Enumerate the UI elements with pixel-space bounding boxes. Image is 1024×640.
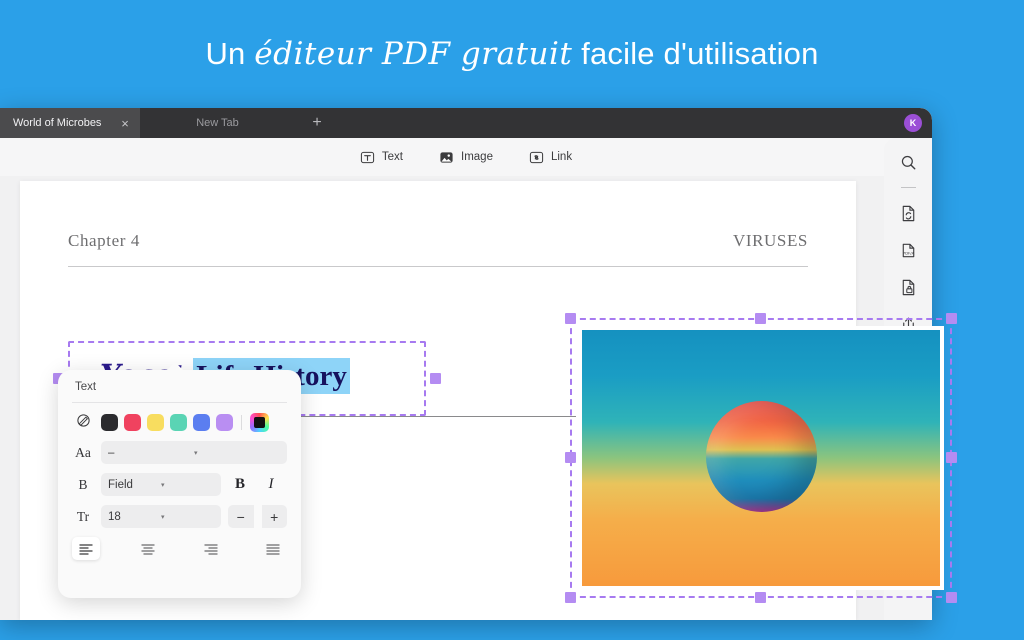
- resize-handle-bottom-center[interactable]: [755, 592, 766, 603]
- popover-title: Text: [75, 381, 97, 393]
- current-color-chip: [254, 417, 265, 428]
- protect-button[interactable]: [895, 274, 921, 300]
- page-title: Un éditeur PDF gratuit facile d'utilisat…: [0, 36, 1024, 72]
- text-box-icon: [360, 151, 375, 163]
- convert-file-icon: [902, 205, 914, 221]
- hero-title-script: éditeur PDF gratuit: [254, 36, 573, 72]
- chevron-down-icon: ▾: [194, 449, 198, 457]
- link-icon: [529, 151, 544, 163]
- resize-handle-bottom-right[interactable]: [946, 592, 957, 603]
- header-divider: [68, 266, 808, 267]
- align-justify-icon: [266, 543, 280, 555]
- italic-button[interactable]: I: [259, 473, 283, 496]
- align-left-icon: [79, 543, 93, 555]
- tab-new-tab[interactable]: New Tab: [140, 108, 295, 138]
- font-style-select[interactable]: Field ▾: [101, 473, 221, 496]
- pdfa-icon: PDF/A: [902, 243, 914, 257]
- align-center-button[interactable]: [134, 537, 162, 560]
- close-icon[interactable]: ×: [116, 117, 134, 130]
- bold-button[interactable]: B: [228, 473, 252, 496]
- search-button[interactable]: [895, 149, 921, 175]
- font-size-aa-icon: Aa: [75, 444, 91, 460]
- color-swatches: [101, 413, 269, 432]
- avatar[interactable]: K: [904, 114, 922, 132]
- font-style-value: Field: [108, 478, 133, 491]
- align-justify-button[interactable]: [259, 537, 287, 560]
- color-row: [72, 413, 287, 432]
- chapter-label: Chapter 4: [68, 231, 140, 250]
- search-icon: [901, 155, 915, 169]
- text-size-tr-icon: Tr: [76, 508, 90, 524]
- tool-label: Link: [550, 151, 573, 163]
- tab-label: New Tab: [196, 117, 239, 129]
- pdfa-button[interactable]: PDF/A: [895, 237, 921, 263]
- svg-text:PDF/A: PDF/A: [902, 250, 914, 255]
- color-swatch-mint[interactable]: [170, 414, 187, 431]
- resize-handle-top-right[interactable]: [946, 313, 957, 324]
- align-right-icon: [204, 543, 218, 555]
- resize-handle-middle-right[interactable]: [946, 452, 957, 463]
- hero-title-part1: Un: [205, 36, 255, 71]
- sphere-graphic: [706, 401, 817, 512]
- divider: [72, 402, 287, 403]
- link-tool-button[interactable]: Link: [529, 150, 572, 165]
- resize-handle-middle-left[interactable]: [565, 452, 576, 463]
- font-size-select[interactable]: 18 ▾: [101, 505, 221, 528]
- secure-file-icon: [902, 279, 914, 295]
- color-swatch-yellow[interactable]: [147, 414, 164, 431]
- tool-label: Text: [381, 151, 403, 163]
- font-family-value: –: [108, 446, 115, 459]
- alignment-row: [72, 537, 287, 560]
- divider: [900, 187, 916, 188]
- tab-world-of-microbes[interactable]: World of Microbes ×: [0, 108, 140, 138]
- plus-icon[interactable]: +: [305, 108, 329, 138]
- increase-size-button[interactable]: +: [261, 505, 287, 528]
- convert-button[interactable]: [895, 200, 921, 226]
- text-tool-button[interactable]: Text: [360, 150, 403, 165]
- color-palette-icon[interactable]: [72, 413, 94, 432]
- align-left-button[interactable]: [72, 537, 100, 560]
- image-selection-box[interactable]: [565, 313, 957, 603]
- tool-label: Image: [461, 151, 493, 163]
- hero-title-part2: facile d'utilisation: [572, 36, 819, 71]
- color-swatch-blue[interactable]: [193, 414, 210, 431]
- align-center-icon: [141, 543, 155, 555]
- selected-image[interactable]: [582, 330, 940, 586]
- rainbow-color-picker[interactable]: [250, 413, 269, 432]
- image-icon: [440, 151, 453, 163]
- divider: [241, 415, 242, 430]
- color-swatch-charcoal[interactable]: [101, 414, 118, 431]
- resize-handle-top-center[interactable]: [755, 313, 766, 324]
- resize-handle-bottom-left[interactable]: [565, 592, 576, 603]
- toolbar: Text Image Link: [0, 138, 932, 176]
- resize-handle-top-left[interactable]: [565, 313, 576, 324]
- titlebar: World of Microbes × New Tab + K: [0, 108, 932, 138]
- font-size-row: Tr 18 ▾ − +: [72, 505, 287, 528]
- image-tool-button[interactable]: Image: [439, 150, 493, 165]
- tab-label: World of Microbes: [13, 117, 102, 129]
- align-right-button[interactable]: [197, 537, 225, 560]
- decrease-size-button[interactable]: −: [228, 505, 254, 528]
- palette-icon: [76, 414, 90, 427]
- font-style-row: B Field ▾ B I: [72, 473, 287, 496]
- bold-label-icon: B: [78, 476, 88, 492]
- chevron-down-icon: ▾: [161, 481, 165, 489]
- font-family-row: Aa – ▾: [72, 441, 287, 464]
- chevron-down-icon: ▾: [161, 513, 165, 521]
- resize-handle-right[interactable]: [430, 373, 441, 384]
- document-running-head: Chapter 4 VIRUSES: [68, 231, 808, 251]
- text-format-popover: Text Aa – ▾ B Field ▾ B I Tr 18 ▾ − +: [58, 362, 301, 598]
- font-size-value: 18: [108, 510, 121, 523]
- section-label: VIRUSES: [732, 231, 808, 250]
- color-swatch-pink[interactable]: [124, 414, 141, 431]
- font-family-select[interactable]: – ▾: [101, 441, 287, 464]
- image-frame: [578, 326, 944, 590]
- color-swatch-lavender[interactable]: [216, 414, 233, 431]
- hero-banner: Un éditeur PDF gratuit facile d'utilisat…: [0, 0, 1024, 110]
